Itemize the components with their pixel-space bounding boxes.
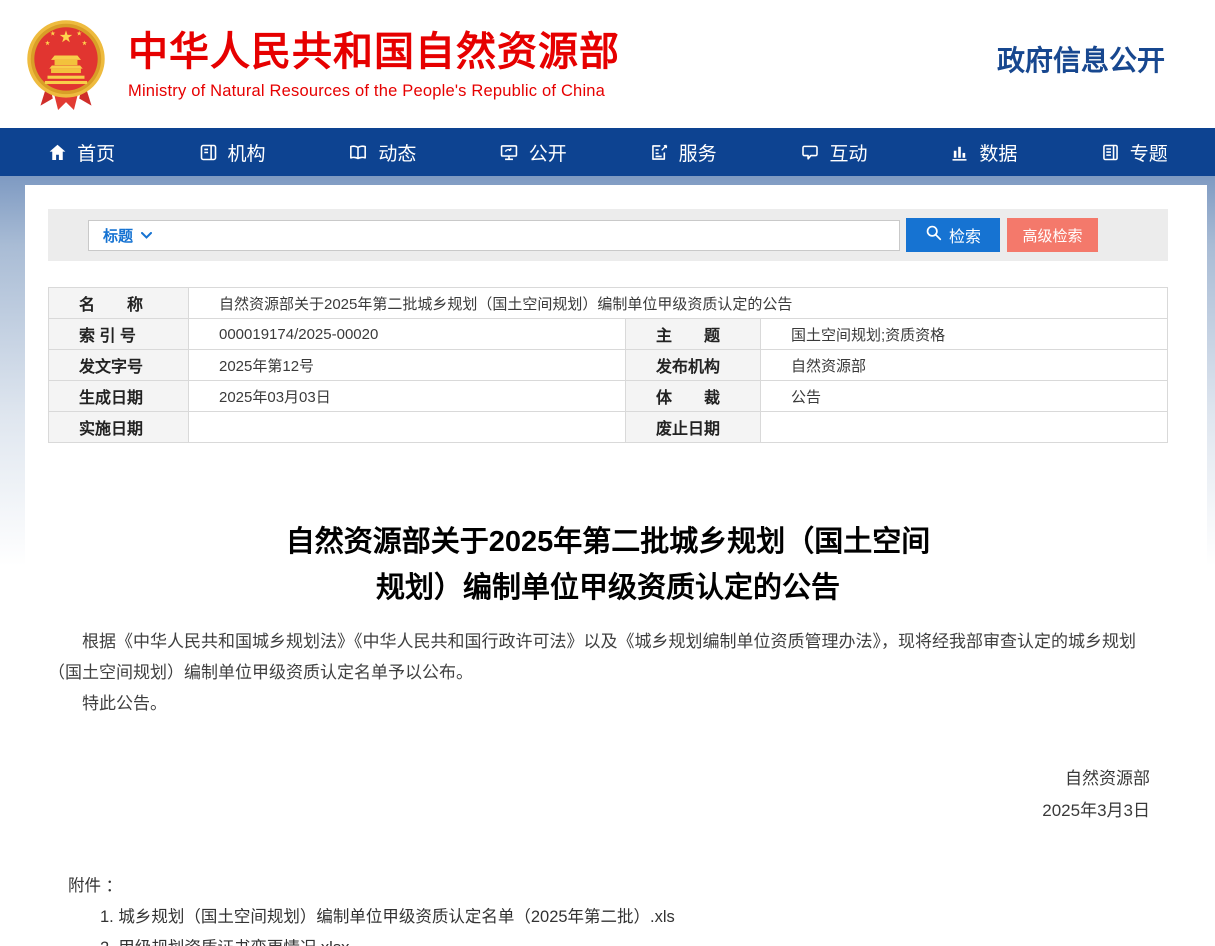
document-meta-table: 名 称 自然资源部关于2025年第二批城乡规划（国土空间规划）编制单位甲级资质认… bbox=[48, 287, 1168, 443]
meta-label: 名 称 bbox=[49, 288, 189, 319]
table-row: 索 引 号 000019174/2025-00020 主 题 国土空间规划;资质… bbox=[49, 319, 1168, 350]
meta-label: 索 引 号 bbox=[49, 319, 189, 350]
service-edit-icon bbox=[649, 142, 670, 163]
site-subtitle: Ministry of Natural Resources of the Peo… bbox=[128, 82, 620, 101]
advanced-search-button[interactable]: 高级检索 bbox=[1007, 218, 1098, 252]
nav-item-topics[interactable]: 专题 bbox=[1059, 128, 1209, 176]
site-title-block: 中华人民共和国自然资源部 Ministry of Natural Resourc… bbox=[128, 28, 620, 101]
document-body: 根据《中华人民共和国城乡规划法》《中华人民共和国行政许可法》以及《城乡规划编制单… bbox=[48, 626, 1168, 719]
meta-label: 发布机构 bbox=[626, 350, 761, 381]
meta-label: 实施日期 bbox=[49, 412, 189, 443]
meta-label: 废止日期 bbox=[626, 412, 761, 443]
meta-label: 体 裁 bbox=[626, 381, 761, 412]
attachments-label: 附件 ： bbox=[68, 871, 1168, 902]
table-row: 发文字号 2025年第12号 发布机构 自然资源部 bbox=[49, 350, 1168, 381]
meta-label: 主 题 bbox=[626, 319, 761, 350]
search-button[interactable]: 检索 bbox=[906, 218, 1000, 252]
nav-label: 机构 bbox=[228, 139, 266, 166]
search-field-selector[interactable]: 标题 bbox=[103, 225, 133, 246]
interaction-chat-icon bbox=[799, 142, 821, 163]
signature-block: 自然资源部 2025年3月3日 bbox=[48, 763, 1168, 827]
chevron-down-icon[interactable] bbox=[141, 226, 152, 244]
nav-item-org[interactable]: 机构 bbox=[156, 128, 306, 176]
attachment-link-1[interactable]: 1. 城乡规划（国土空间规划）编制单位甲级资质认定名单（2025年第二批）.xl… bbox=[68, 902, 1168, 933]
search-icon bbox=[925, 224, 942, 246]
meta-value: 000019174/2025-00020 bbox=[189, 319, 626, 350]
national-emblem-icon bbox=[22, 15, 110, 117]
table-row: 名 称 自然资源部关于2025年第二批城乡规划（国土空间规划）编制单位甲级资质认… bbox=[49, 288, 1168, 319]
body-paragraph: 特此公告。 bbox=[48, 688, 1168, 719]
nav-label: 服务 bbox=[679, 139, 717, 166]
site-title: 中华人民共和国自然资源部 bbox=[128, 30, 620, 74]
disclosure-monitor-icon bbox=[498, 142, 520, 163]
nav-label: 首页 bbox=[77, 139, 115, 166]
meta-value: 自然资源部关于2025年第二批城乡规划（国土空间规划）编制单位甲级资质认定的公告 bbox=[189, 288, 1168, 319]
data-chart-icon bbox=[949, 142, 970, 163]
nav-label: 数据 bbox=[979, 139, 1017, 166]
attachment-link-2[interactable]: 2. 甲级规划资质证书变更情况.xlsx bbox=[68, 933, 1168, 946]
body-paragraph: 根据《中华人民共和国城乡规划法》《中华人民共和国行政许可法》以及《城乡规划编制单… bbox=[48, 626, 1168, 688]
nav-item-news[interactable]: 动态 bbox=[307, 128, 457, 176]
meta-label: 发文字号 bbox=[49, 350, 189, 381]
meta-value bbox=[761, 412, 1168, 443]
meta-value bbox=[189, 412, 626, 443]
meta-value: 2025年第12号 bbox=[189, 350, 626, 381]
meta-value: 2025年03月03日 bbox=[189, 381, 626, 412]
search-input[interactable]: 标题 bbox=[88, 220, 900, 251]
nav-item-service[interactable]: 服务 bbox=[608, 128, 758, 176]
nav-item-interaction[interactable]: 互动 bbox=[758, 128, 908, 176]
attachments-section: 附件 ： 1. 城乡规划（国土空间规划）编制单位甲级资质认定名单（2025年第二… bbox=[48, 871, 1168, 946]
document-title: 自然资源部关于2025年第二批城乡规划（国土空间 规划）编制单位甲级资质认定的公… bbox=[48, 519, 1168, 612]
table-row: 实施日期 废止日期 bbox=[49, 412, 1168, 443]
content-panel: 标题 检索 高级检索 名 称 自然资源部关于2025年第二批城乡规划（国土空间规… bbox=[25, 185, 1207, 946]
search-bar: 标题 检索 高级检索 bbox=[48, 209, 1168, 261]
meta-label: 生成日期 bbox=[49, 381, 189, 412]
nav-label: 专题 bbox=[1130, 139, 1168, 166]
nav-label: 动态 bbox=[378, 139, 416, 166]
table-row: 生成日期 2025年03月03日 体 裁 公告 bbox=[49, 381, 1168, 412]
meta-value: 国土空间规划;资质资格 bbox=[761, 319, 1168, 350]
nav-item-disclosure[interactable]: 公开 bbox=[457, 128, 607, 176]
page-title: 政府信息公开 bbox=[997, 39, 1165, 89]
meta-value: 自然资源部 bbox=[761, 350, 1168, 381]
signature-date: 2025年3月3日 bbox=[48, 795, 1150, 827]
nav-label: 互动 bbox=[830, 139, 868, 166]
news-book-icon bbox=[347, 142, 369, 163]
nav-item-data[interactable]: 数据 bbox=[908, 128, 1058, 176]
organization-icon bbox=[198, 142, 219, 163]
topics-journal-icon bbox=[1100, 142, 1121, 163]
main-nav: 首页 机构 动态 公开 服务 互动 数据 bbox=[0, 128, 1215, 176]
page-background: 标题 检索 高级检索 名 称 自然资源部关于2025年第二批城乡规划（国土空间规… bbox=[0, 176, 1215, 946]
signature-agency: 自然资源部 bbox=[48, 763, 1150, 795]
meta-value: 公告 bbox=[761, 381, 1168, 412]
home-icon bbox=[47, 142, 68, 163]
nav-item-home[interactable]: 首页 bbox=[6, 128, 156, 176]
nav-label: 公开 bbox=[529, 139, 567, 166]
site-header: 中华人民共和国自然资源部 Ministry of Natural Resourc… bbox=[0, 0, 1215, 128]
